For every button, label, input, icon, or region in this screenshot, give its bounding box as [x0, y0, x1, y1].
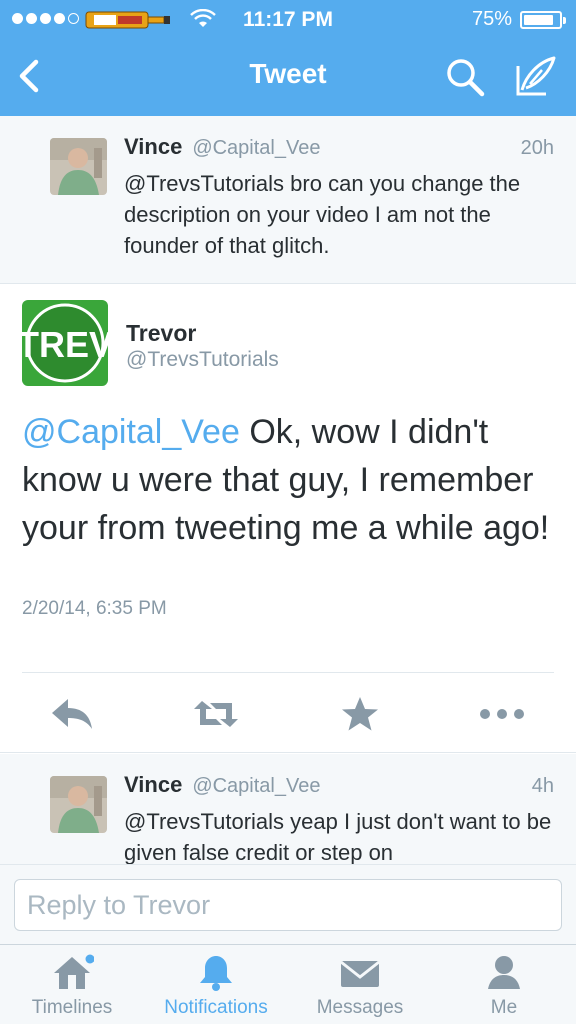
tweet-timestamp: 20h [520, 137, 554, 159]
tweet-thread: Vince @Capital_Vee 20h @TrevsTutorials b… [0, 116, 576, 864]
reply-bar [0, 864, 576, 944]
tab-me[interactable]: Me [432, 945, 576, 1024]
favorite-icon [342, 697, 378, 731]
battery-icon [520, 11, 566, 29]
tweet-actions [0, 684, 576, 744]
tab-label: Messages [316, 997, 404, 1018]
author-name[interactable]: Vince [124, 772, 182, 798]
author-name[interactable]: Vince [124, 134, 182, 160]
page-title: Tweet [249, 58, 327, 89]
bell-icon [200, 956, 232, 991]
author-handle[interactable]: @TrevsTutorials [126, 348, 279, 372]
favorite-button[interactable] [336, 690, 384, 738]
tweet-text: @TrevsTutorials bro can you change the d… [124, 171, 521, 258]
avatar[interactable] [50, 776, 107, 833]
divider [22, 672, 554, 673]
retweet-button[interactable] [192, 690, 240, 738]
new-content-dot [85, 954, 94, 964]
avatar[interactable]: TREV [22, 300, 108, 386]
avatar-logo-text: TREV [22, 324, 108, 365]
more-icon [480, 709, 524, 719]
tab-messages[interactable]: Messages [288, 945, 432, 1024]
reply-icon [52, 699, 92, 729]
tab-bar: Timelines Notifications Messages Me [0, 944, 576, 1024]
author-handle[interactable]: @Capital_Vee [192, 775, 320, 798]
author-handle[interactable]: @Capital_Vee [192, 137, 320, 160]
home-icon [54, 954, 94, 989]
tweet-text: @Capital_Vee Ok, wow I didn't know u wer… [22, 408, 562, 552]
more-button[interactable] [478, 690, 526, 738]
tab-label: Me [490, 997, 518, 1018]
tab-notifications[interactable]: Notifications [144, 945, 288, 1024]
battery-percent: 75% [471, 8, 512, 30]
tweet-text: @TrevsTutorials yeap I just don't want t… [124, 809, 552, 864]
main-tweet: TREV Trevor @TrevsTutorials @Capital_Vee… [0, 284, 576, 754]
search-icon[interactable] [444, 56, 486, 98]
envelope-icon [340, 960, 380, 987]
reply-input[interactable] [14, 879, 562, 931]
reply-tweet[interactable]: Vince @Capital_Vee 20h @TrevsTutorials b… [0, 116, 576, 284]
reply-button[interactable] [48, 690, 96, 738]
tab-label: Timelines [31, 997, 113, 1018]
status-bar: 11:17 PM 75% [0, 0, 576, 40]
avatar[interactable] [50, 138, 107, 195]
author-name[interactable]: Trevor [126, 320, 196, 347]
person-icon [488, 956, 520, 989]
divider [0, 752, 576, 753]
retweet-icon [194, 701, 238, 727]
reply-tweet[interactable]: Vince @Capital_Vee 4h @TrevsTutorials ye… [0, 754, 576, 864]
tab-timelines[interactable]: Timelines [0, 945, 144, 1024]
tweet-timestamp: 4h [531, 775, 554, 797]
mention-link[interactable]: @Capital_Vee [22, 413, 240, 451]
app-header: 11:17 PM 75% Tweet [0, 0, 576, 116]
compose-icon[interactable] [512, 54, 558, 100]
tweet-date: 2/20/14, 6:35 PM [22, 598, 167, 619]
tab-label: Notifications [164, 997, 268, 1018]
